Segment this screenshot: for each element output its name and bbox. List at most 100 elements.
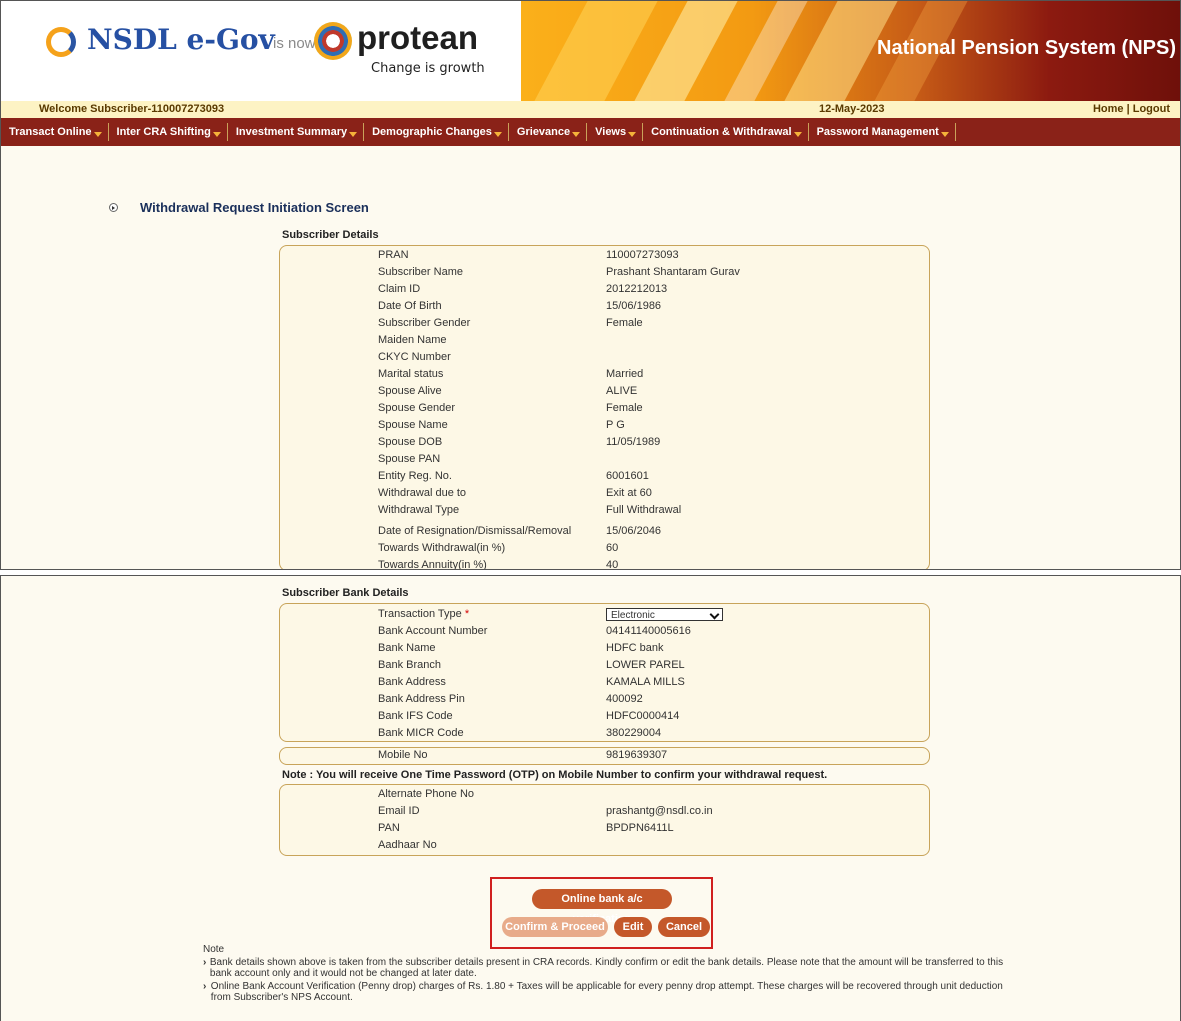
bank-value: KAMALA MILLS <box>606 676 685 688</box>
detail-label: Spouse PAN <box>378 453 441 465</box>
detail-row: Spouse Gender Female <box>280 401 929 418</box>
header-banner: NSDL e-Gov is now protean Change is grow… <box>1 1 1180 101</box>
cancel-button[interactable]: Cancel <box>658 917 710 937</box>
note-item: › Online Bank Account Verification (Penny… <box>203 981 1023 1003</box>
bullet-arrow-icon <box>109 203 118 212</box>
is-now-text: is now <box>273 35 316 52</box>
bank-label: Bank Branch <box>378 659 441 671</box>
subscriber-details-panel: PRAN 110007273093 Subscriber Name Prashant… <box>279 245 930 570</box>
bank-value: LOWER PAREL <box>606 659 685 671</box>
bank-row: Bank Name HDFC bank <box>280 641 929 658</box>
detail-value: Exit at 60 <box>606 487 652 499</box>
bank-row: Bank Branch LOWER PAREL <box>280 658 929 675</box>
detail-value: 15/06/1986 <box>606 300 662 312</box>
protean-logo-text: protean <box>357 19 479 56</box>
contact-label: Email ID <box>378 805 420 817</box>
detail-row: Entity Reg. No. 6001601 <box>280 469 929 486</box>
bank-row: Bank Address Pin 400092 <box>280 692 929 709</box>
protean-logo-icon <box>314 22 352 60</box>
mobile-row: Mobile No 9819639307 <box>280 748 929 765</box>
notes-title: Note <box>203 944 225 955</box>
detail-label: Towards Withdrawal(in %) <box>378 542 506 554</box>
detail-label: Maiden Name <box>378 334 447 346</box>
bank-row: Bank MICR Code 380229004 <box>280 726 929 743</box>
home-link[interactable]: Home <box>1093 103 1124 115</box>
online-bank-verification-button[interactable]: Online bank a/c verification <box>532 889 672 925</box>
edit-button[interactable]: Edit <box>614 917 652 937</box>
bank-label: Bank Name <box>378 642 436 654</box>
contact-label: Aadhaar No <box>378 839 437 851</box>
detail-value: Married <box>606 368 644 380</box>
notes-section: Note › Bank details shown above is taken … <box>203 944 1023 1005</box>
detail-value: Full Withdrawal <box>606 504 682 516</box>
menu-label: Views <box>595 126 627 138</box>
detail-label: Spouse Name <box>378 419 448 431</box>
detail-value: P G <box>606 419 625 431</box>
current-date: 12-May-2023 <box>819 103 885 115</box>
detail-label: Entity Reg. No. <box>378 470 452 482</box>
required-mark: * <box>464 608 470 620</box>
bank-row: Bank Account Number 04141140005616 <box>280 624 929 641</box>
contact-row: Alternate Phone No <box>280 787 929 804</box>
detail-value: 2012212013 <box>606 283 668 295</box>
detail-row: CKYC Number <box>280 350 929 367</box>
contact-row: Email ID prashantg@nsdl.co.in <box>280 804 929 821</box>
detail-value: Female <box>606 402 643 414</box>
detail-label: Marital status <box>378 368 444 380</box>
welcome-bar: Welcome Subscriber-110007273093 12-May-2… <box>1 101 1180 118</box>
menu-investment-summary[interactable]: Investment Summary <box>228 123 365 141</box>
menu-demographic-changes[interactable]: Demographic Changes <box>364 123 509 141</box>
menu-transact-online[interactable]: Transact Online <box>1 123 109 141</box>
nsdl-logo-icon <box>46 27 76 57</box>
detail-row: Maiden Name <box>280 333 929 350</box>
detail-row: Towards Withdrawal(in %) 60 <box>280 541 929 558</box>
detail-label: Spouse DOB <box>378 436 443 448</box>
bank-value: 380229004 <box>606 727 662 739</box>
confirm-proceed-button[interactable]: Confirm & Proceed <box>502 917 608 937</box>
note-item: › Bank details shown above is taken from … <box>203 957 1023 979</box>
note-text: Online Bank Account Verification (Penny … <box>210 981 1003 1003</box>
bank-value: 400092 <box>606 693 643 705</box>
detail-value: 40 <box>606 559 619 570</box>
menu-label: Continuation & Withdrawal <box>651 126 792 138</box>
menu-label: Inter CRA Shifting <box>116 126 211 138</box>
bottom-frame: Subscriber Bank Details Transaction Type… <box>0 575 1181 1021</box>
detail-row: Claim ID 2012212013 <box>280 282 929 299</box>
detail-label: Claim ID <box>378 283 421 295</box>
menu-password-management[interactable]: Password Management <box>809 123 956 141</box>
detail-label: Spouse Gender <box>378 402 456 414</box>
contact-row: Aadhaar No <box>280 838 929 855</box>
detail-row: Spouse DOB 11/05/1989 <box>280 435 929 452</box>
detail-row: Subscriber Name Prashant Shantaram Gurav <box>280 265 929 282</box>
detail-value: 15/06/2046 <box>606 525 662 537</box>
detail-row: Date of Resignation/Dismissal/Removal 15/… <box>280 524 929 541</box>
nsdl-logo-text: NSDL e-Gov <box>87 23 275 56</box>
transaction-type-label-text: Transaction Type <box>378 608 462 620</box>
top-frame: NSDL e-Gov is now protean Change is grow… <box>0 0 1181 570</box>
menu-views[interactable]: Views <box>587 123 644 141</box>
menu-label: Investment Summary <box>235 126 348 138</box>
transaction-type-label: Transaction Type * <box>378 608 469 620</box>
menu-grievance[interactable]: Grievance <box>509 123 588 141</box>
detail-row: Spouse Name P G <box>280 418 929 435</box>
menu-continuation-withdrawal[interactable]: Continuation & Withdrawal <box>643 123 809 141</box>
mobile-panel: Mobile No 9819639307 <box>279 747 930 765</box>
chevron-right-icon: › <box>203 957 207 968</box>
detail-row: Subscriber Gender Female <box>280 316 929 333</box>
transaction-type-value: Electronic <box>611 610 655 621</box>
subscriber-details-title: Subscriber Details <box>282 229 379 241</box>
logout-link[interactable]: Logout <box>1133 103 1170 115</box>
dropdown-caret-icon <box>572 132 581 137</box>
protean-tagline: Change is growth <box>371 61 485 76</box>
detail-row: Spouse PAN <box>280 452 929 469</box>
dropdown-caret-icon <box>493 132 502 137</box>
transaction-type-select[interactable]: Electronic <box>606 608 723 621</box>
bank-details-title: Subscriber Bank Details <box>282 587 409 599</box>
contact-panel: Alternate Phone No Email ID prashantg@nsd… <box>279 784 930 856</box>
menu-inter-cra-shifting[interactable]: Inter CRA Shifting <box>109 123 228 141</box>
contact-row: PAN BPDPN6411L <box>280 821 929 838</box>
bank-details-panel: Transaction Type * Electronic Bank Accou… <box>279 603 930 742</box>
detail-value: 6001601 <box>606 470 649 482</box>
mobile-label: Mobile No <box>378 749 428 761</box>
system-title: National Pension System (NPS) <box>877 37 1176 59</box>
